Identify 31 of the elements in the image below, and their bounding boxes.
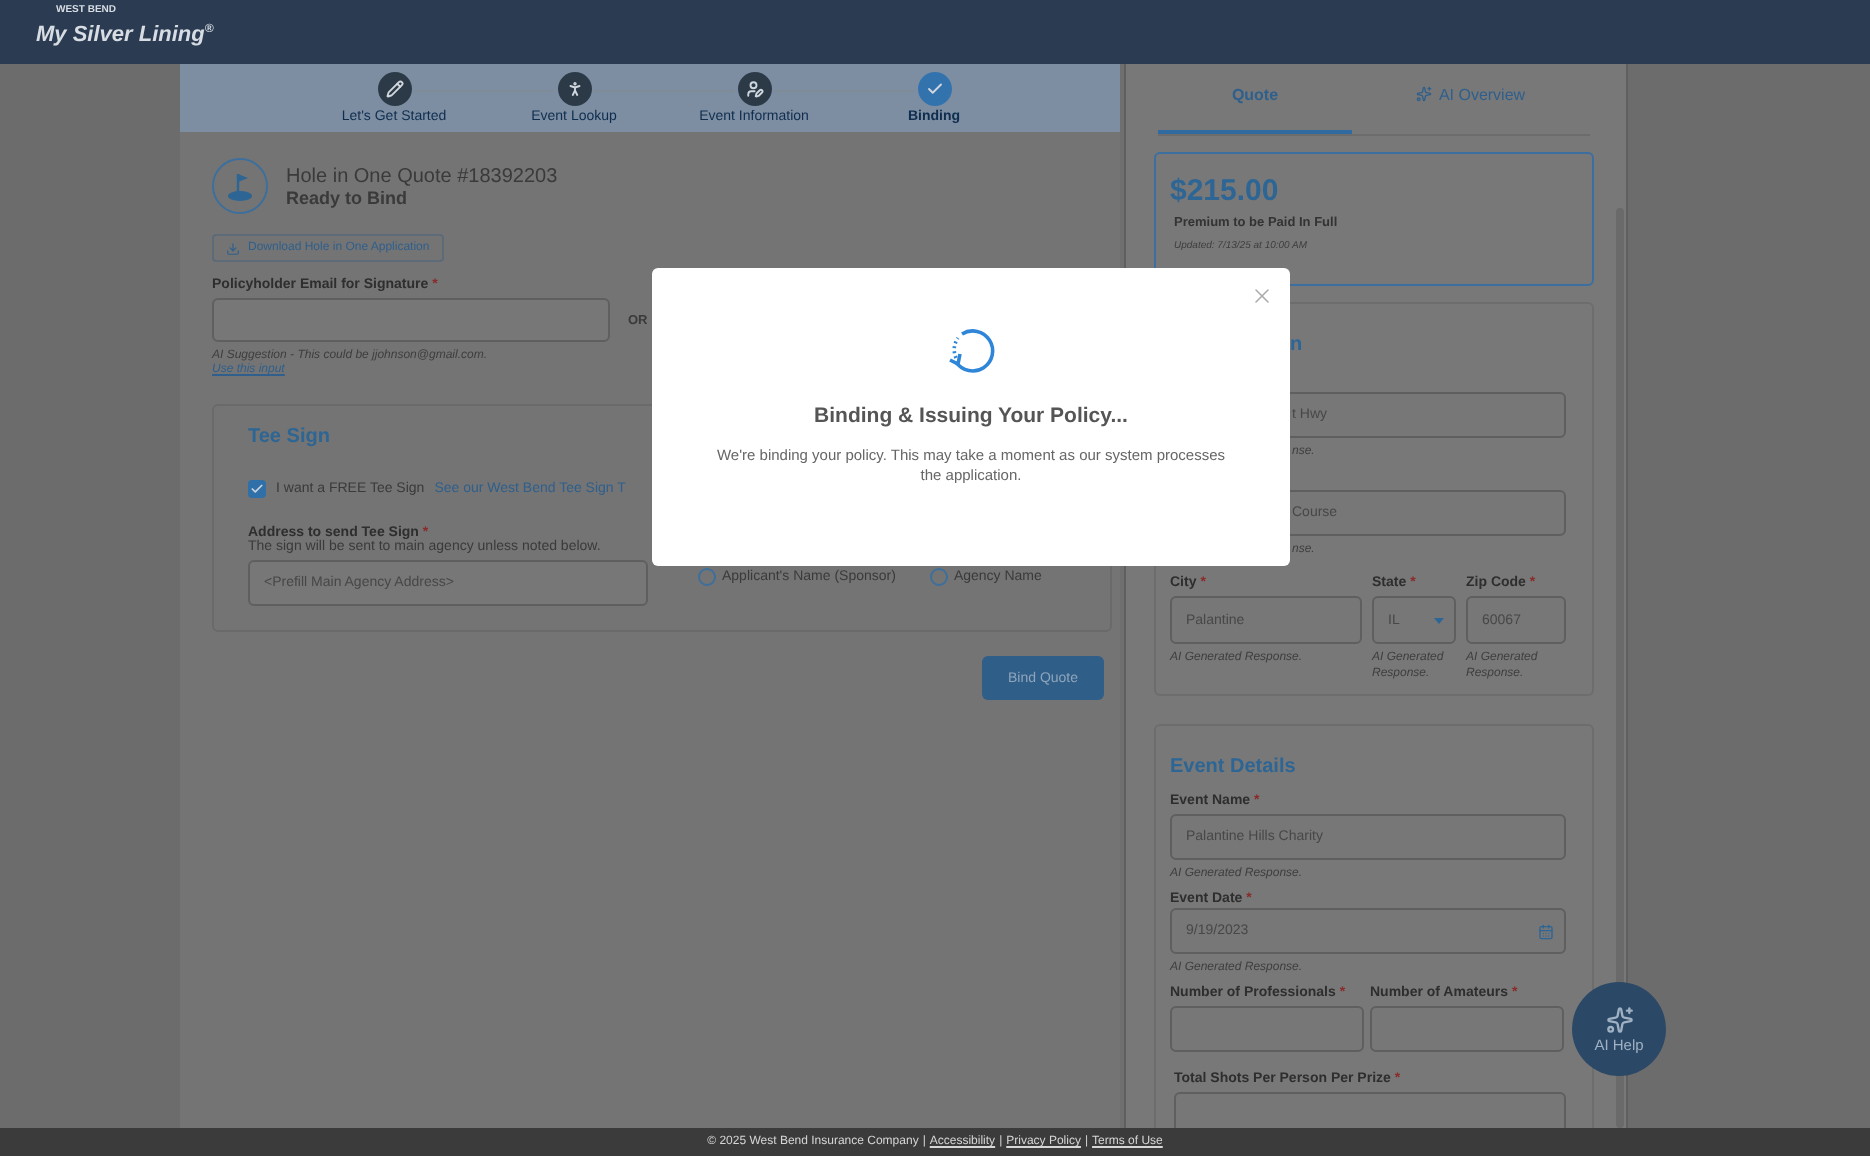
sparkle-icon [1416, 86, 1433, 102]
person-icon [565, 80, 583, 98]
step-circle[interactable] [737, 72, 771, 106]
close-button[interactable] [1250, 284, 1274, 308]
user-edit-icon [745, 80, 763, 98]
pencil-icon [385, 80, 403, 98]
step-circle[interactable] [557, 72, 591, 106]
radio-button[interactable] [929, 568, 948, 586]
section-title: n [1288, 334, 1303, 356]
tab[interactable]: AI Overview [1352, 64, 1590, 134]
calendar-icon [1538, 923, 1554, 939]
email-input-field[interactable] [212, 298, 610, 342]
premium-amount: $215.00 [1170, 174, 1281, 208]
step-circle[interactable] [377, 72, 411, 106]
dialog-title: Binding & Issuing Your Policy... [814, 404, 1128, 428]
golf-flag-icon [212, 158, 268, 214]
tab[interactable]: Quote [1158, 64, 1352, 134]
quote-status: Ready to Bind [286, 187, 410, 207]
number-input-field[interactable] [1174, 1092, 1566, 1128]
number-input-field[interactable] [1170, 1006, 1364, 1052]
checkbox[interactable] [248, 480, 266, 498]
download-icon [226, 241, 240, 255]
loading-spinner-icon [945, 324, 997, 376]
caret-icon [1434, 617, 1444, 623]
section-title: Tee Sign [248, 426, 330, 448]
quote-title: Hole in One Quote #18392203 [286, 165, 558, 187]
check-icon [925, 80, 943, 98]
sparkle-icon [1605, 1005, 1633, 1033]
number-input-field[interactable] [1370, 1006, 1564, 1052]
radio-button[interactable] [698, 568, 716, 586]
section-title: Event Details [1170, 756, 1296, 778]
